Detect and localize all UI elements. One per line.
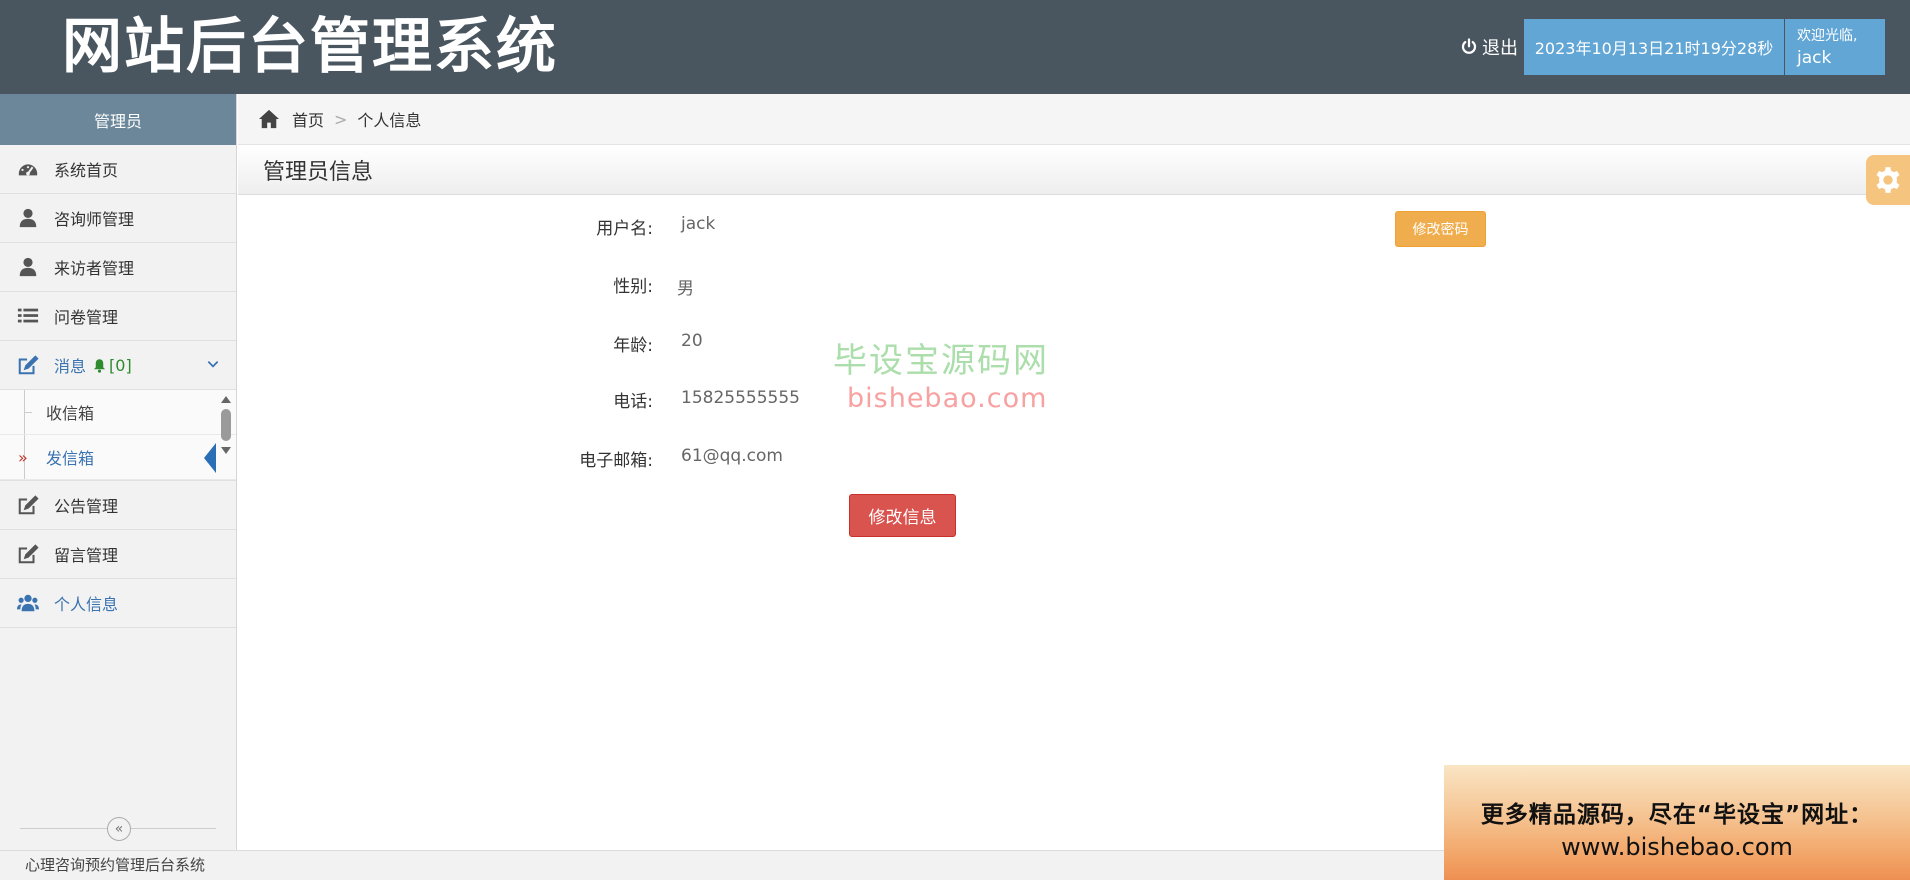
gender-value: 男 xyxy=(677,279,694,299)
email-value: 61@qq.com xyxy=(681,446,783,466)
scroll-thumb[interactable] xyxy=(221,409,231,441)
sidebar-item-dashboard[interactable]: 系统首页 xyxy=(0,145,236,194)
chevron-down-icon xyxy=(207,361,219,368)
sidebar-item-label: 留言管理 xyxy=(54,546,119,565)
sidebar-item-comments[interactable]: 留言管理 xyxy=(0,530,236,579)
phone-label: 电话: xyxy=(613,392,653,412)
double-chevron-right-icon: » xyxy=(18,447,28,467)
user-icon xyxy=(16,207,40,229)
sidebar-item-label: 问卷管理 xyxy=(54,308,119,327)
sidebar-collapse-row: « xyxy=(0,808,236,850)
datetime-display: 2023年10月13日21时19分28秒 xyxy=(1524,19,1784,75)
sidebar-item-questionnaires[interactable]: 问卷管理 xyxy=(0,292,236,341)
message-count-badge: [0] xyxy=(92,356,132,375)
messages-submenu: 收信箱 » 发信箱 xyxy=(0,390,236,481)
current-username: jack xyxy=(1797,48,1832,68)
edit-icon xyxy=(16,354,40,376)
site-title: 网站后台管理系统 xyxy=(62,12,558,82)
edit-icon xyxy=(16,494,40,516)
sidebar: 管理员 系统首页 咨询师管理 来访者管理 问卷管理 消息 [0] 收信箱 » 发… xyxy=(0,94,237,850)
age-value: 20 xyxy=(681,331,703,351)
users-icon xyxy=(16,592,40,614)
sidebar-subitem-outbox[interactable]: » 发信箱 xyxy=(0,435,236,480)
promo-url: www.bishebao.com xyxy=(1561,833,1793,861)
change-password-button[interactable]: 修改密码 xyxy=(1395,211,1486,247)
welcome-panel: 欢迎光临, jack xyxy=(1785,19,1885,75)
breadcrumb: 首页 > 个人信息 xyxy=(238,94,1910,145)
home-icon[interactable] xyxy=(258,109,280,129)
sidebar-item-label: 咨询师管理 xyxy=(54,210,135,229)
settings-tab[interactable] xyxy=(1866,155,1910,205)
logout-label: 退出 xyxy=(1482,38,1518,59)
email-label: 电子邮箱: xyxy=(579,451,653,471)
collapse-sidebar-button[interactable]: « xyxy=(107,817,131,841)
active-indicator-arrow xyxy=(204,443,216,473)
submenu-scrollbar[interactable] xyxy=(220,396,232,476)
sidebar-item-announcements[interactable]: 公告管理 xyxy=(0,481,236,530)
section-title: 管理员信息 xyxy=(238,146,1910,195)
age-label: 年龄: xyxy=(613,336,653,356)
breadcrumb-separator: > xyxy=(334,109,348,129)
sidebar-item-label: 消息 xyxy=(54,357,87,376)
sidebar-item-messages[interactable]: 消息 [0] xyxy=(0,341,236,390)
sidebar-subitem-label: 收信箱 xyxy=(46,404,95,423)
logout-button[interactable]: 退出 xyxy=(1460,32,1518,62)
username-label: 用户名: xyxy=(596,219,653,239)
scroll-up-icon[interactable] xyxy=(221,396,231,403)
phone-value: 15825555555 xyxy=(681,388,800,408)
sidebar-item-label: 系统首页 xyxy=(54,161,119,180)
sidebar-item-label: 公告管理 xyxy=(54,497,119,516)
list-icon xyxy=(16,305,40,327)
promo-banner[interactable]: 更多精品源码，尽在“毕设宝”网址： www.bishebao.com xyxy=(1444,765,1910,880)
sidebar-subitem-label: 发信箱 xyxy=(46,449,95,468)
breadcrumb-home-link[interactable]: 首页 xyxy=(292,107,324,131)
power-icon xyxy=(1461,38,1477,54)
double-chevron-left-icon: « xyxy=(114,821,124,837)
top-header: 网站后台管理系统 退出 2023年10月13日21时19分28秒 欢迎光临, j… xyxy=(0,0,1910,94)
username-value: jack xyxy=(681,214,716,234)
sidebar-item-label: 来访者管理 xyxy=(54,259,135,278)
sidebar-item-profile[interactable]: 个人信息 xyxy=(0,579,236,628)
sidebar-subitem-inbox[interactable]: 收信箱 xyxy=(0,390,236,435)
gender-label: 性别: xyxy=(613,277,653,297)
promo-line1: 更多精品源码，尽在“毕设宝”网址： xyxy=(1480,802,1874,828)
sidebar-item-counselors[interactable]: 咨询师管理 xyxy=(0,194,236,243)
dashboard-icon xyxy=(16,158,40,180)
watermark-cn: 毕设宝源码网 xyxy=(833,341,1049,381)
scroll-down-icon[interactable] xyxy=(221,447,231,454)
watermark-en: bishebao.com xyxy=(847,383,1048,414)
gear-icon xyxy=(1876,167,1900,193)
sidebar-role-header: 管理员 xyxy=(0,94,236,145)
bell-icon xyxy=(93,358,106,373)
welcome-text: 欢迎光临, xyxy=(1797,28,1858,44)
user-icon xyxy=(16,256,40,278)
edit-info-button[interactable]: 修改信息 xyxy=(849,494,956,537)
sidebar-item-visitors[interactable]: 来访者管理 xyxy=(0,243,236,292)
sidebar-item-label: 个人信息 xyxy=(54,595,119,614)
breadcrumb-current: 个人信息 xyxy=(357,111,422,130)
edit-icon xyxy=(16,543,40,565)
